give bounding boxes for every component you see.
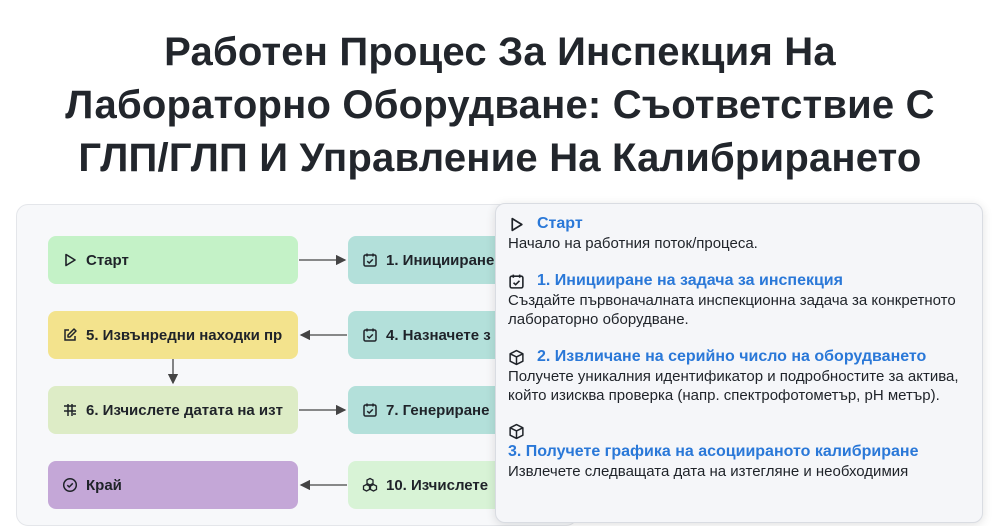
detail-step-2: 2. Извличане на серийно число на оборудв… <box>508 347 970 405</box>
calendar-check-icon <box>362 252 378 268</box>
play-icon <box>62 252 78 268</box>
node-10-label: 10. Изчислете <box>386 476 489 494</box>
title-line-3: ГЛП/ГЛП И Управление На Калибрирането <box>78 136 922 180</box>
calculator-icon <box>62 402 78 418</box>
detail-start-desc: Начало на работния поток/процеса. <box>508 235 758 252</box>
node-6-label: 6. Изчислете датата на изт <box>86 401 283 419</box>
edit-icon <box>62 327 78 343</box>
detail-start-title: Старт <box>537 215 583 232</box>
title-line-1: Работен Процес За Инспекция На <box>164 30 836 74</box>
boxes-icon <box>362 477 378 493</box>
detail-step-1-title: 1. Иницииране на задача за инспекция <box>537 272 843 289</box>
calendar-check-icon <box>362 402 378 418</box>
node-4-label: 4. Назначете з <box>386 326 491 344</box>
node-7-label: 7. Генериране <box>386 401 490 419</box>
detail-start: Старт Начало на работния поток/процеса. <box>508 214 970 253</box>
calendar-check-icon <box>362 327 378 343</box>
detail-step-1-desc: Създайте първоначалната инспекционна зад… <box>508 292 956 328</box>
detail-step-3: 3. Получете графика на асоциираното кали… <box>508 423 970 481</box>
title-line-2: Лабораторно Оборудване: Съответствие С <box>65 83 935 127</box>
step-details-panel[interactable]: Старт Начало на работния поток/процеса. … <box>495 203 983 523</box>
detail-step-3-title: 3. Получете графика на асоциираното кали… <box>508 443 919 460</box>
detail-step-2-title: 2. Извличане на серийно число на оборудв… <box>537 348 927 365</box>
node-5[interactable]: 5. Извънредни находки пр <box>48 311 298 359</box>
node-start[interactable]: Старт <box>48 236 298 284</box>
check-circle-icon <box>62 477 78 493</box>
flowchart-panel: Старт 1. Иницииране 5. Извънредни находк… <box>16 204 578 526</box>
play-icon <box>508 216 525 233</box>
node-end-label: Край <box>86 476 122 494</box>
node-start-label: Старт <box>86 251 129 269</box>
detail-step-3-desc: Извлечете следващата дата на изтегляне и… <box>508 463 909 480</box>
calendar-check-icon <box>508 273 525 290</box>
cube-icon <box>508 349 525 366</box>
detail-step-2-desc: Получете уникалния идентификатор и подро… <box>508 368 959 404</box>
page-title: Работен Процес За Инспекция На Лаборатор… <box>0 26 1000 185</box>
node-5-label: 5. Извънредни находки пр <box>86 326 283 344</box>
node-end[interactable]: Край <box>48 461 298 509</box>
node-1-label: 1. Иницииране <box>386 251 495 269</box>
cube-icon <box>508 423 525 440</box>
node-6[interactable]: 6. Изчислете датата на изт <box>48 386 298 434</box>
detail-step-1: 1. Иницииране на задача за инспекция Съз… <box>508 271 970 329</box>
